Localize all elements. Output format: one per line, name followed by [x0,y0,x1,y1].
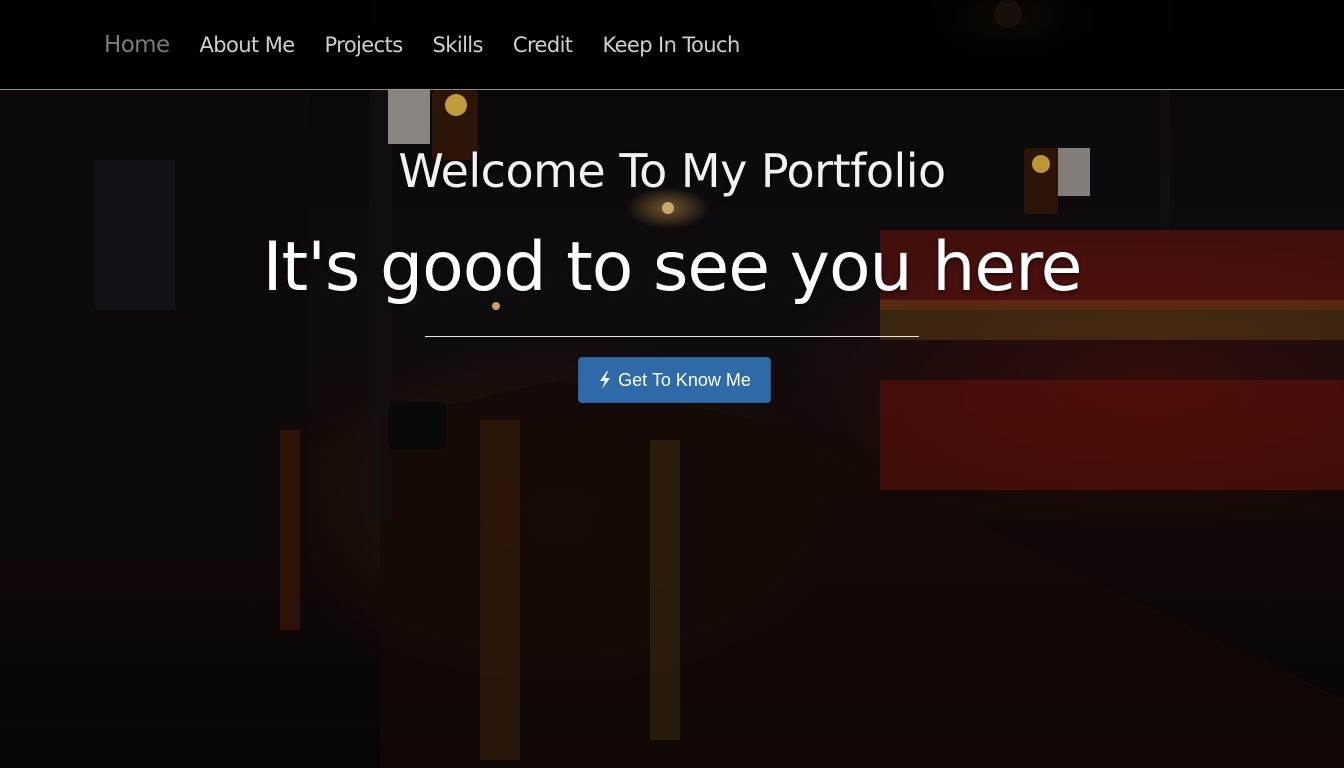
navbar: Home About Me Projects Skills Credit Kee… [0,0,1344,90]
nav-item-skills[interactable]: Skills [433,30,484,60]
hero-divider [425,336,919,337]
nav-item-keep-in-touch[interactable]: Keep In Touch [602,30,740,60]
nav-item-projects[interactable]: Projects [325,30,404,60]
nav-item-about-me[interactable]: About Me [200,30,296,60]
hero-title: It's good to see you here [262,228,1083,307]
nav-menu: Home About Me Projects Skills Credit Kee… [104,30,770,60]
nav-item-credit[interactable]: Credit [513,30,573,60]
nav-item-home[interactable]: Home [104,30,170,60]
page: Home About Me Projects Skills Credit Kee… [0,0,1344,768]
hero-subtitle: Welcome To My Portfolio [398,144,946,198]
get-to-know-me-button[interactable]: Get To Know Me [578,357,771,403]
bolt-icon [598,371,612,389]
get-to-know-me-label: Get To Know Me [618,369,751,390]
